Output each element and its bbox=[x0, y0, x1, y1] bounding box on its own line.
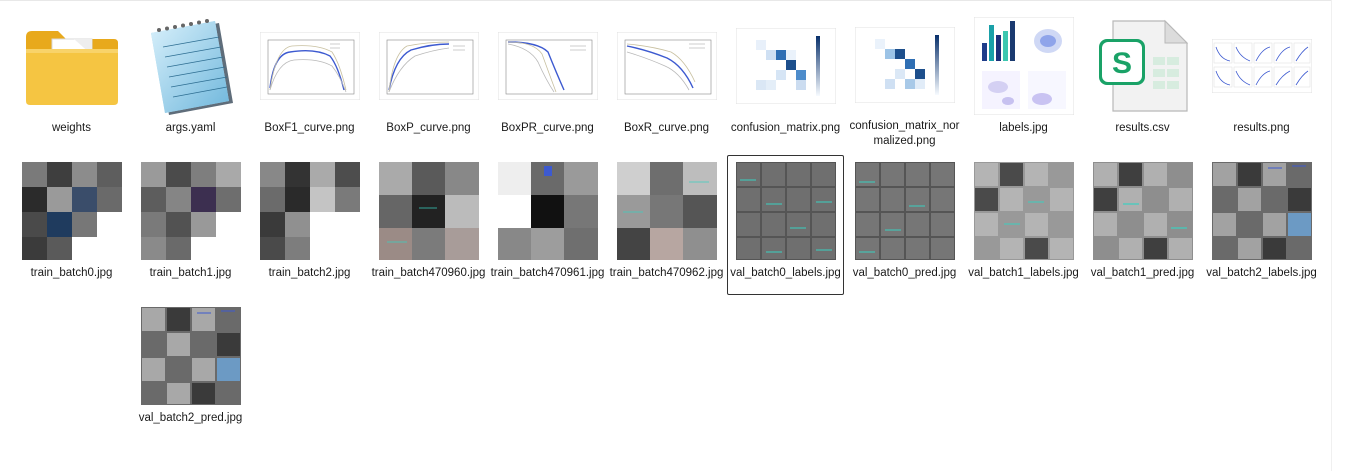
image-mosaic-icon bbox=[497, 162, 598, 260]
file-name: weights bbox=[52, 122, 91, 134]
file-item-val-batch0-pred[interactable]: val_batch0_pred.jpg bbox=[846, 155, 963, 295]
file-item-boxpr-curve[interactable]: BoxPR_curve.png bbox=[489, 10, 606, 150]
file-name: train_batch470961.jpg bbox=[490, 267, 605, 279]
file-item-train-batch2[interactable]: train_batch2.jpg bbox=[251, 155, 368, 295]
file-name: BoxPR_curve.png bbox=[501, 122, 594, 134]
image-mosaic-icon bbox=[1092, 162, 1193, 260]
image-mosaic-icon bbox=[735, 162, 836, 260]
file-name: val_batch0_pred.jpg bbox=[852, 267, 957, 279]
image-mosaic-icon bbox=[21, 162, 122, 260]
file-item-val-batch2-pred[interactable]: val_batch2_pred.jpg bbox=[132, 300, 249, 440]
file-item-args-yaml[interactable]: args.yaml bbox=[132, 10, 249, 150]
curve-plot-icon bbox=[378, 17, 479, 115]
file-name: BoxF1_curve.png bbox=[264, 122, 355, 134]
file-item-val-batch2-labels[interactable]: val_batch2_labels.jpg bbox=[1203, 155, 1320, 295]
file-item-boxf1-curve[interactable]: BoxF1_curve.png bbox=[251, 10, 368, 150]
file-item-boxp-curve[interactable]: BoxP_curve.png bbox=[370, 10, 487, 150]
file-name: labels.jpg bbox=[999, 122, 1048, 134]
image-mosaic-icon bbox=[378, 162, 479, 260]
file-name: confusion_matrix_normalized.png bbox=[849, 120, 960, 147]
file-name: BoxP_curve.png bbox=[386, 122, 471, 134]
file-item-weights[interactable]: weights bbox=[13, 10, 130, 150]
file-item-boxr-curve[interactable]: BoxR_curve.png bbox=[608, 10, 725, 150]
curve-plot-icon bbox=[259, 17, 360, 115]
file-item-val-batch0-labels[interactable]: val_batch0_labels.jpg bbox=[727, 155, 844, 295]
image-mosaic-icon bbox=[854, 162, 955, 260]
file-item-labels[interactable]: labels.jpg bbox=[965, 10, 1082, 150]
image-mosaic-icon bbox=[973, 162, 1074, 260]
file-item-results-png[interactable]: results.png bbox=[1203, 10, 1320, 150]
file-item-train-batch470961[interactable]: train_batch470961.jpg bbox=[489, 155, 606, 295]
file-name: val_batch2_pred.jpg bbox=[138, 412, 243, 424]
file-name: val_batch2_labels.jpg bbox=[1206, 267, 1317, 279]
file-name: args.yaml bbox=[165, 122, 216, 134]
confusion-matrix-icon bbox=[735, 17, 836, 115]
file-name: val_batch1_labels.jpg bbox=[968, 267, 1079, 279]
file-name: train_batch2.jpg bbox=[268, 267, 351, 279]
image-mosaic-icon bbox=[140, 307, 241, 405]
file-item-train-batch0[interactable]: train_batch0.jpg bbox=[13, 155, 130, 295]
svg-text:S: S bbox=[1111, 47, 1131, 80]
image-mosaic-icon bbox=[1211, 162, 1312, 260]
file-name: confusion_matrix.png bbox=[730, 122, 841, 134]
top-divider bbox=[0, 0, 1332, 1]
file-name: train_batch470962.jpg bbox=[609, 267, 724, 279]
file-item-results-csv[interactable]: S results.csv bbox=[1084, 10, 1201, 150]
notepad-icon bbox=[141, 17, 241, 115]
file-grid: weights args.yaml BoxF1_curve.png BoxP_c… bbox=[13, 10, 1323, 445]
file-item-confusion-matrix-normalized[interactable]: confusion_matrix_normalized.png bbox=[846, 10, 963, 150]
file-item-val-batch1-pred[interactable]: val_batch1_pred.jpg bbox=[1084, 155, 1201, 295]
curve-plot-icon bbox=[497, 17, 598, 115]
curve-plot-icon bbox=[616, 17, 717, 115]
file-explorer-window: weights args.yaml BoxF1_curve.png BoxP_c… bbox=[0, 0, 1356, 471]
file-item-train-batch470960[interactable]: train_batch470960.jpg bbox=[370, 155, 487, 295]
file-name: val_batch1_pred.jpg bbox=[1090, 267, 1195, 279]
file-name: results.csv bbox=[1115, 122, 1170, 134]
spreadsheet-icon: S bbox=[1093, 17, 1193, 115]
labels-plot-icon bbox=[973, 17, 1074, 115]
file-name: results.png bbox=[1233, 122, 1290, 134]
file-item-train-batch1[interactable]: train_batch1.jpg bbox=[132, 155, 249, 295]
results-plot-icon bbox=[1211, 17, 1312, 115]
file-name: BoxR_curve.png bbox=[623, 122, 710, 134]
image-mosaic-icon bbox=[616, 162, 717, 260]
file-item-confusion-matrix[interactable]: confusion_matrix.png bbox=[727, 10, 844, 150]
file-item-val-batch1-labels[interactable]: val_batch1_labels.jpg bbox=[965, 155, 1082, 295]
file-name: train_batch0.jpg bbox=[30, 267, 113, 279]
file-name: train_batch470960.jpg bbox=[371, 267, 486, 279]
file-name: train_batch1.jpg bbox=[149, 267, 232, 279]
scroll-gutter[interactable] bbox=[1331, 0, 1356, 471]
confusion-matrix-icon bbox=[854, 17, 955, 113]
file-name: val_batch0_labels.jpg bbox=[730, 267, 841, 279]
file-item-train-batch470962[interactable]: train_batch470962.jpg bbox=[608, 155, 725, 295]
folder-icon bbox=[22, 17, 122, 115]
image-mosaic-icon bbox=[259, 162, 360, 260]
image-mosaic-icon bbox=[140, 162, 241, 260]
